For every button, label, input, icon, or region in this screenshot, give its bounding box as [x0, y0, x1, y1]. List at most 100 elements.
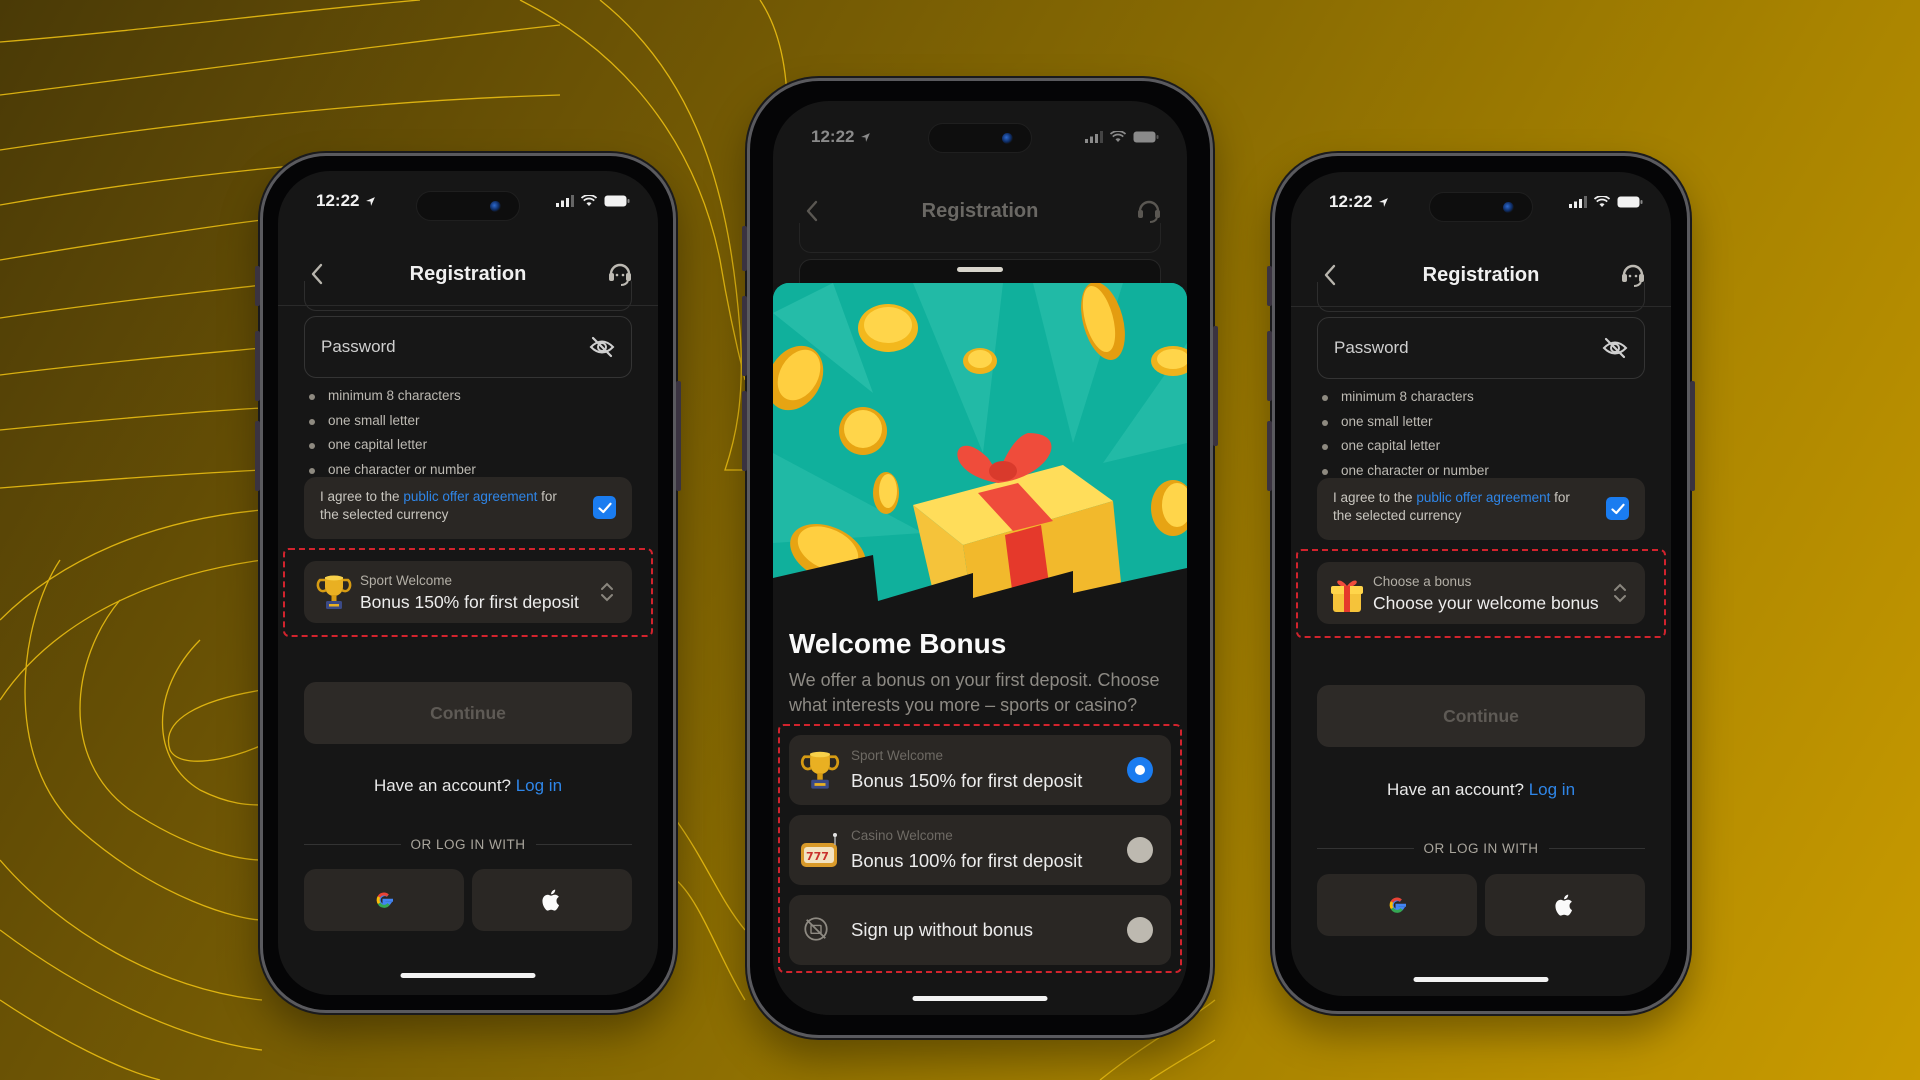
continue-button[interactable]: Continue: [304, 682, 632, 744]
have-account-text: Have an account? Log in: [278, 776, 658, 796]
agreement-prefix: I agree to the: [320, 489, 404, 504]
password-field[interactable]: Password: [1317, 317, 1645, 379]
status-icons: [1569, 196, 1643, 208]
social-login-row: [304, 869, 632, 931]
support-headset-icon[interactable]: [1135, 196, 1163, 224]
agreement-checkbox[interactable]: [1606, 497, 1629, 520]
signal-icon: [1569, 196, 1587, 208]
divider-line: [304, 843, 401, 845]
apple-login-button[interactable]: [472, 869, 632, 931]
agreement-checkbox[interactable]: [593, 496, 616, 519]
bonus-option-casino[interactable]: 777 Casino Welcome Bonus 100% for first …: [789, 815, 1171, 885]
home-indicator: [1413, 977, 1549, 982]
side-button: [742, 296, 747, 376]
side-button: [255, 421, 260, 491]
location-arrow-icon: [1379, 197, 1389, 207]
bonus-select[interactable]: Sport Welcome Bonus 150% for first depos…: [304, 561, 632, 623]
home-indicator: [400, 973, 536, 978]
bonus-option-value: Sign up without bonus: [851, 919, 1034, 940]
public-offer-link[interactable]: public offer agreement: [403, 489, 537, 504]
battery-icon: [1617, 196, 1643, 208]
password-placeholder: Password: [1334, 338, 1409, 357]
eye-slash-icon[interactable]: [1602, 336, 1628, 360]
bonus-option-none[interactable]: Sign up without bonus: [789, 895, 1171, 965]
agreement-prefix: I agree to the: [1333, 490, 1417, 505]
side-button: [1213, 326, 1218, 446]
bonus-option-label: Casino Welcome: [851, 828, 953, 843]
apple-icon: [542, 889, 559, 911]
side-button: [255, 331, 260, 401]
side-button: [255, 266, 260, 306]
coin: [963, 348, 997, 374]
battery-icon: [1133, 131, 1159, 143]
screen-registration: 12:22 Registration Password minimum 8 ch…: [278, 171, 658, 995]
bonus-option-label: Sport Welcome: [851, 748, 944, 763]
trophy-icon: [800, 751, 840, 789]
sheet-grabber[interactable]: [957, 267, 1003, 272]
signal-icon: [1085, 131, 1103, 143]
divider-line: [535, 843, 632, 845]
divider-line: [1548, 847, 1645, 849]
location-arrow-icon: [366, 196, 376, 206]
password-rule: one capital letter: [1317, 434, 1645, 459]
radio-unselected[interactable]: [1127, 837, 1153, 863]
password-placeholder: Password: [321, 337, 396, 356]
page-title: Registration: [921, 199, 1039, 222]
dynamic-island: [416, 191, 520, 221]
bonus-select[interactable]: Choose a bonus Choose your welcome bonus: [1317, 562, 1645, 624]
or-login-divider: OR LOG IN WITH: [1317, 838, 1645, 858]
wifi-icon: [1594, 196, 1610, 207]
have-account-prompt: Have an account?: [1386, 780, 1529, 799]
apple-login-button[interactable]: [1485, 874, 1645, 936]
password-rule: one small letter: [1317, 410, 1645, 435]
google-icon: [1389, 897, 1406, 913]
agreement-row: I agree to the public offer agreement fo…: [1317, 478, 1645, 540]
bonus-select-value: Bonus 150% for first deposit: [360, 592, 579, 612]
welcome-bonus-title: Welcome Bonus: [789, 628, 1007, 659]
status-time: 12:22: [1329, 192, 1373, 211]
svg-text:777: 777: [806, 850, 829, 863]
screen-registration: 12:22 Registration Password minimum 8 ch…: [1291, 172, 1671, 996]
login-link[interactable]: Log in: [1529, 780, 1575, 799]
google-login-button[interactable]: [1317, 874, 1477, 936]
status-icons: [556, 195, 630, 207]
welcome-bonus-description: We offer a bonus on your first deposit. …: [789, 670, 1160, 715]
camera-lens: [490, 201, 501, 212]
divider-line: [1317, 847, 1414, 849]
coin: [858, 304, 918, 352]
wifi-icon: [581, 195, 597, 206]
gift-icon: [1331, 580, 1363, 612]
password-rule: one small letter: [304, 409, 632, 434]
battery-icon: [604, 195, 630, 207]
have-account-prompt: Have an account?: [373, 776, 516, 795]
public-offer-link[interactable]: public offer agreement: [1416, 490, 1550, 505]
checkmark-icon: [597, 502, 612, 513]
status-icons: [1085, 131, 1159, 143]
chevron-up-down-icon: [1614, 583, 1626, 603]
bonus-select-label: Sport Welcome: [360, 573, 453, 588]
nav-divider: [278, 305, 658, 306]
camera-lens: [1503, 202, 1514, 213]
google-icon: [376, 892, 393, 908]
back-chevron-icon[interactable]: [801, 198, 825, 224]
nav-divider: [1291, 306, 1671, 307]
side-button: [742, 391, 747, 471]
status-time: 12:22: [316, 191, 360, 210]
bonus-option-sport[interactable]: Sport Welcome Bonus 150% for first depos…: [789, 735, 1171, 805]
google-login-button[interactable]: [304, 869, 464, 931]
radio-unselected[interactable]: [1127, 917, 1153, 943]
status-time-group: 12:22: [1329, 192, 1389, 212]
eye-slash-icon[interactable]: [589, 335, 615, 359]
radio-selected[interactable]: [1127, 757, 1153, 783]
side-button: [742, 226, 747, 271]
bonus-option-value: Bonus 150% for first deposit: [851, 770, 1083, 791]
no-bonus-icon: [804, 917, 828, 941]
login-link[interactable]: Log in: [516, 776, 562, 795]
dynamic-island: [1429, 192, 1533, 222]
continue-button[interactable]: Continue: [1317, 685, 1645, 747]
side-button: [1690, 381, 1695, 491]
camera-lens: [1002, 133, 1013, 144]
previous-field-edge: [799, 223, 1161, 253]
phone-right: 12:22 Registration Password minimum 8 ch…: [1267, 153, 1695, 1014]
password-field[interactable]: Password: [304, 316, 632, 378]
